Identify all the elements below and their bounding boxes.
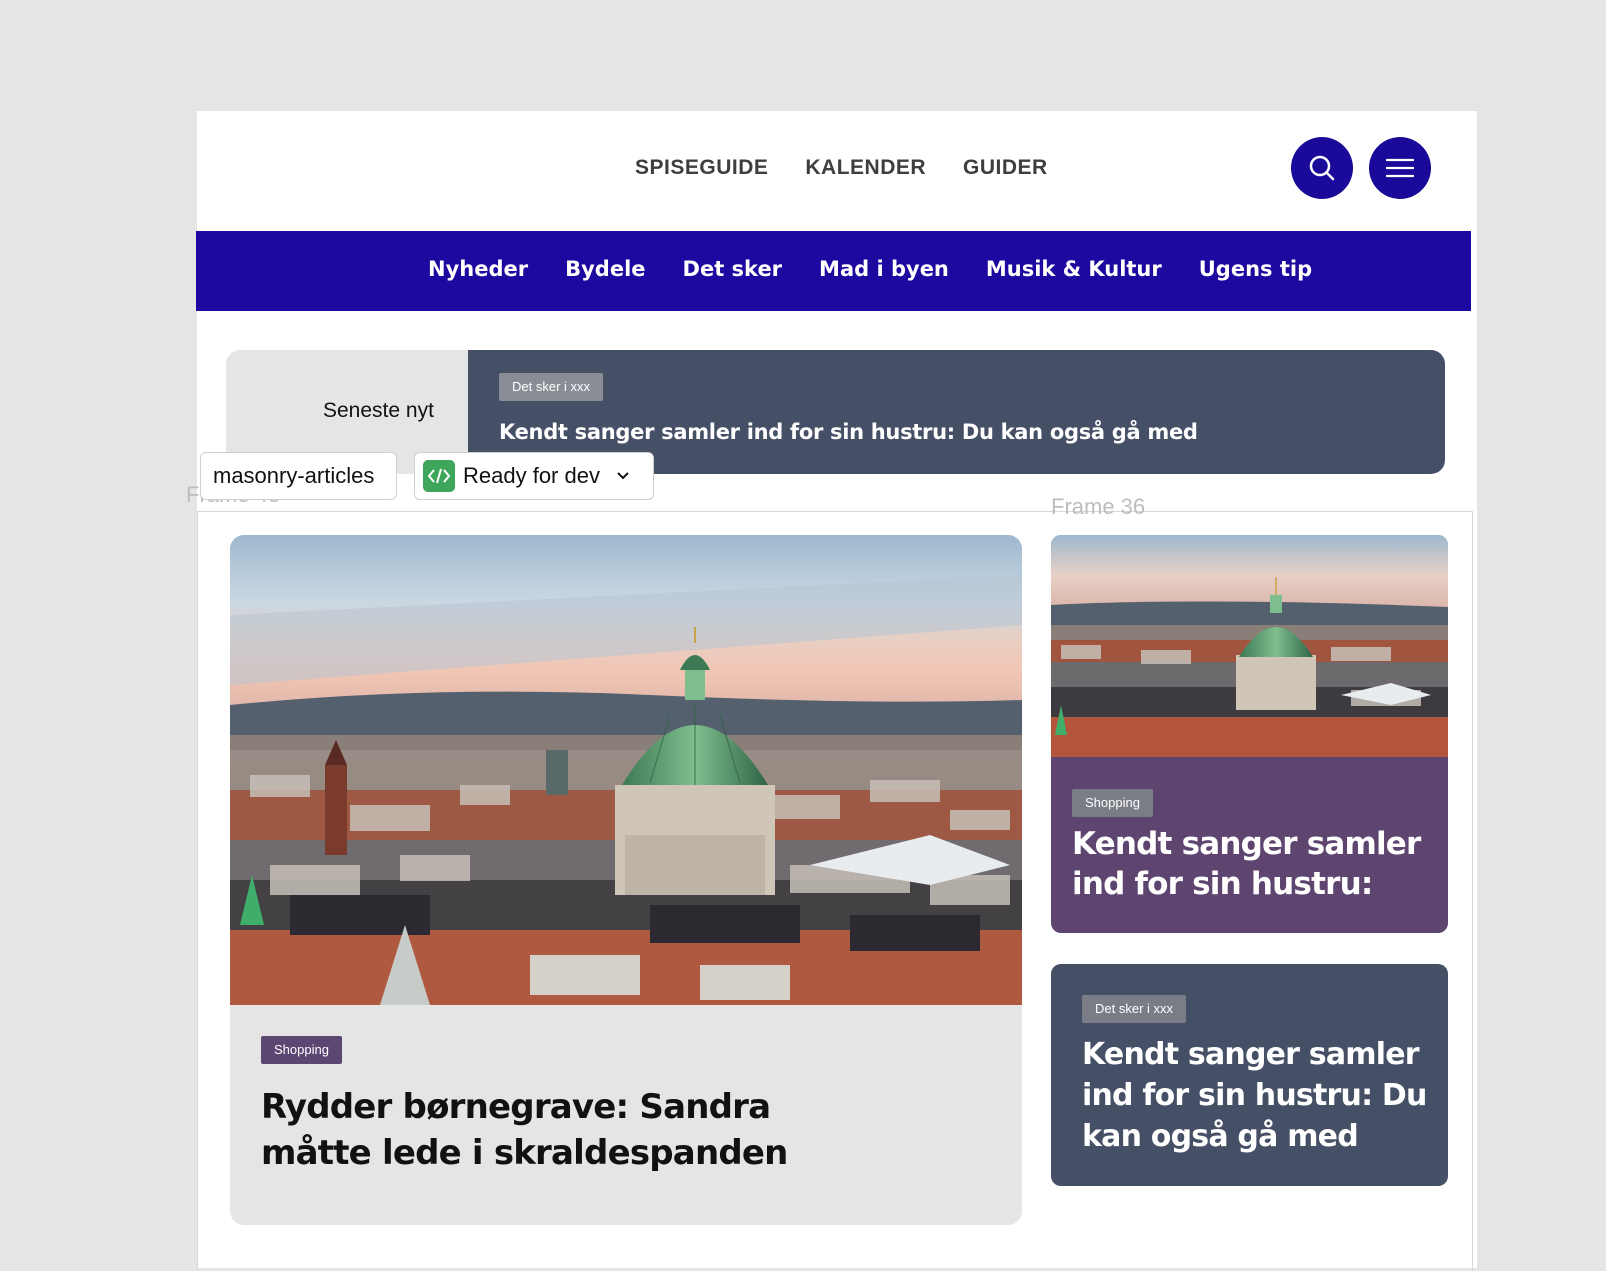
- dev-status-label: Ready for dev: [463, 463, 600, 488]
- main-nav-nyheder[interactable]: Nyheder: [428, 257, 528, 281]
- top-nav-link-guider[interactable]: GUIDER: [963, 156, 1048, 180]
- main-nav-det-sker[interactable]: Det sker: [683, 257, 783, 281]
- ticker-headline[interactable]: Kendt sanger samler ind for sin hustru: …: [499, 420, 1198, 444]
- main-nav-musik-kultur[interactable]: Musik & Kultur: [986, 257, 1162, 281]
- article-tag[interactable]: Shopping: [1072, 789, 1153, 817]
- main-nav: Nyheder Bydele Det sker Mad i byen Musik…: [196, 231, 1471, 311]
- code-icon: [423, 460, 455, 492]
- menu-button[interactable]: [1369, 137, 1431, 199]
- page-frame: SPISEGUIDE KALENDER GUIDER Nyheder Bydel…: [186, 111, 1477, 1271]
- article-image: [1051, 535, 1448, 757]
- article-tag[interactable]: Det sker i xxx: [1082, 995, 1187, 1023]
- ticker-label: Seneste nyt: [323, 399, 434, 422]
- article-card-purple[interactable]: Shopping Kendt sanger samler ind for sin…: [1051, 535, 1448, 933]
- frame-label-right: Frame 36: [1051, 494, 1146, 519]
- article-title[interactable]: Kendt sanger samler ind for sin hustru: …: [1082, 1034, 1432, 1157]
- top-bar: SPISEGUIDE KALENDER GUIDER: [197, 111, 1477, 231]
- search-button[interactable]: [1291, 137, 1353, 199]
- article-title[interactable]: Rydder børnegrave: Sandra måtte lede i s…: [261, 1084, 861, 1176]
- top-nav-link-kalender[interactable]: KALENDER: [805, 156, 926, 180]
- article-card-slate[interactable]: Det sker i xxx Kendt sanger samler ind f…: [1051, 964, 1448, 1186]
- component-name: masonry-articles: [213, 463, 375, 488]
- dev-status-dropdown[interactable]: Ready for dev: [414, 452, 654, 500]
- chevron-down-icon: [617, 472, 629, 480]
- top-nav-link-spiseguide[interactable]: SPISEGUIDE: [635, 156, 768, 180]
- ticker-tag[interactable]: Det sker i xxx: [499, 373, 604, 401]
- main-nav-bydele[interactable]: Bydele: [565, 257, 645, 281]
- article-title[interactable]: Kendt sanger samler ind for sin hustru:: [1072, 824, 1432, 904]
- hamburger-icon: [1386, 158, 1414, 178]
- component-name-chip[interactable]: masonry-articles: [200, 452, 397, 500]
- article-image: [230, 535, 1022, 1005]
- main-nav-ugens-tip[interactable]: Ugens tip: [1199, 257, 1312, 281]
- main-nav-mad-i-byen[interactable]: Mad i byen: [819, 257, 949, 281]
- news-ticker: Seneste nyt Det sker i xxx Kendt sanger …: [226, 350, 1445, 474]
- article-card-large[interactable]: Shopping Rydder børnegrave: Sandra måtte…: [230, 535, 1022, 1225]
- top-nav-links: SPISEGUIDE KALENDER GUIDER: [635, 156, 1048, 180]
- search-icon: [1309, 155, 1335, 181]
- article-tag[interactable]: Shopping: [261, 1036, 342, 1064]
